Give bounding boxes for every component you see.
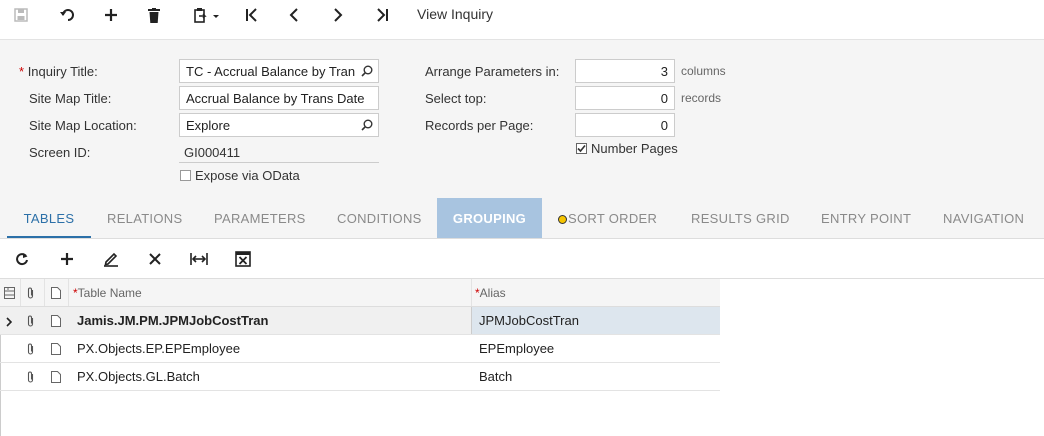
save-icon[interactable]	[12, 3, 30, 27]
export-excel-icon[interactable]	[233, 249, 253, 269]
arrange-parameters-label: Arrange Parameters in:	[425, 64, 560, 79]
inquiry-form: * Inquiry Title: TC - Accrual Balance by…	[0, 39, 1044, 198]
grid-header: *Table Name *Alias	[0, 279, 720, 307]
fit-columns-icon[interactable]	[189, 249, 209, 269]
arrange-parameters-field[interactable]: 3	[575, 59, 675, 83]
refresh-icon[interactable]	[12, 249, 32, 269]
warning-icon	[558, 215, 567, 224]
site-map-title-field[interactable]: Accrual Balance by Trans Date	[179, 86, 379, 110]
note-icon[interactable]	[51, 315, 61, 330]
site-map-title-label: Site Map Title:	[29, 91, 112, 106]
records-per-page-label: Records per Page:	[425, 118, 534, 133]
arrange-unit-label: columns	[681, 64, 726, 78]
expose-odata-checkbox[interactable]	[180, 170, 191, 181]
screen-id-label: Screen ID:	[29, 145, 91, 160]
delete-row-icon[interactable]	[145, 249, 165, 269]
search-icon[interactable]	[361, 65, 373, 80]
tab-entry-point[interactable]: ENTRY POINT	[821, 198, 911, 238]
inquiry-title-value: TC - Accrual Balance by Tran	[186, 64, 356, 79]
next-record-icon[interactable]	[328, 3, 348, 27]
main-toolbar: View Inquiry	[0, 0, 1044, 30]
alias-cell[interactable]: Batch	[479, 369, 512, 384]
tab-parameters[interactable]: PARAMETERS	[214, 198, 306, 238]
grid-toolbar	[0, 239, 1044, 279]
select-top-field[interactable]: 0	[575, 86, 675, 110]
tab-grouping[interactable]: GROUPING	[437, 198, 542, 238]
attachment-icon[interactable]	[26, 343, 35, 358]
table-row[interactable]: PX.Objects.EP.EPEmployee EPEmployee	[0, 335, 720, 363]
tab-tables[interactable]: TABLES	[7, 198, 91, 238]
select-top-unit-label: records	[681, 91, 722, 105]
undo-icon[interactable]	[57, 3, 77, 27]
edit-icon[interactable]	[101, 249, 121, 269]
current-row-indicator-icon	[6, 315, 13, 330]
table-name-cell[interactable]: PX.Objects.GL.Batch	[77, 369, 200, 384]
col-divider	[20, 279, 21, 306]
site-map-location-field[interactable]: Explore	[179, 113, 379, 137]
col-divider	[471, 279, 472, 306]
last-record-icon[interactable]	[372, 3, 392, 27]
site-map-location-value: Explore	[186, 118, 231, 133]
tab-sort-order[interactable]: SORT ORDER	[558, 198, 657, 238]
number-pages-checkbox[interactable]	[576, 143, 587, 154]
screen-id-value: GI000411	[179, 141, 379, 163]
copy-paste-icon[interactable]	[190, 3, 222, 27]
table-row[interactable]: Jamis.JM.PM.JPMJobCostTran JPMJobCostTra…	[0, 307, 720, 335]
add-row-icon[interactable]	[57, 249, 77, 269]
column-header-alias[interactable]: *Alias	[475, 286, 506, 300]
tab-navigation[interactable]: NAVIGATION	[943, 198, 1024, 238]
attachment-header-icon	[26, 287, 35, 302]
expose-odata-label: Expose via OData	[195, 168, 300, 183]
col-divider	[44, 279, 45, 306]
table-name-cell[interactable]: Jamis.JM.PM.JPMJobCostTran	[77, 313, 268, 328]
number-pages-label: Number Pages	[591, 141, 678, 156]
inquiry-title-field[interactable]: TC - Accrual Balance by Tran	[179, 59, 379, 83]
column-header-table-name-text: Table Name	[77, 286, 142, 300]
first-record-icon[interactable]	[242, 3, 262, 27]
tab-results-grid[interactable]: RESULTS GRID	[691, 198, 790, 238]
add-icon[interactable]	[101, 3, 121, 27]
column-header-table-name[interactable]: *Table Name	[73, 286, 142, 300]
alias-cell[interactable]: JPMJobCostTran	[479, 313, 579, 328]
note-icon[interactable]	[51, 371, 61, 386]
attachment-icon[interactable]	[26, 315, 35, 330]
tab-sort-order-label: SORT ORDER	[568, 211, 658, 226]
col-divider	[68, 279, 69, 306]
select-top-label: Select top:	[425, 91, 487, 106]
delete-icon[interactable]	[145, 3, 163, 27]
inquiry-title-label-text: Inquiry Title:	[27, 64, 98, 79]
required-marker: *	[19, 64, 25, 79]
view-inquiry-link[interactable]: View Inquiry	[417, 6, 493, 22]
alias-cell[interactable]: EPEmployee	[479, 341, 554, 356]
attachment-icon[interactable]	[26, 371, 35, 386]
site-map-location-label: Site Map Location:	[29, 118, 137, 133]
column-header-alias-text: Alias	[479, 286, 506, 300]
previous-record-icon[interactable]	[284, 3, 304, 27]
tab-bar: TABLES RELATIONS PARAMETERS CONDITIONS G…	[0, 198, 1044, 239]
note-header-icon	[51, 287, 61, 302]
note-icon[interactable]	[51, 343, 61, 358]
search-icon[interactable]	[361, 119, 373, 134]
inquiry-title-label: * Inquiry Title:	[19, 64, 98, 79]
row-selector-icon[interactable]	[4, 287, 15, 302]
records-per-page-field[interactable]: 0	[575, 113, 675, 137]
tab-relations[interactable]: RELATIONS	[107, 198, 182, 238]
site-map-title-value: Accrual Balance by Trans Date	[186, 91, 365, 106]
table-name-cell[interactable]: PX.Objects.EP.EPEmployee	[77, 341, 240, 356]
table-row[interactable]: PX.Objects.GL.Batch Batch	[0, 363, 720, 391]
tab-conditions[interactable]: CONDITIONS	[337, 198, 422, 238]
